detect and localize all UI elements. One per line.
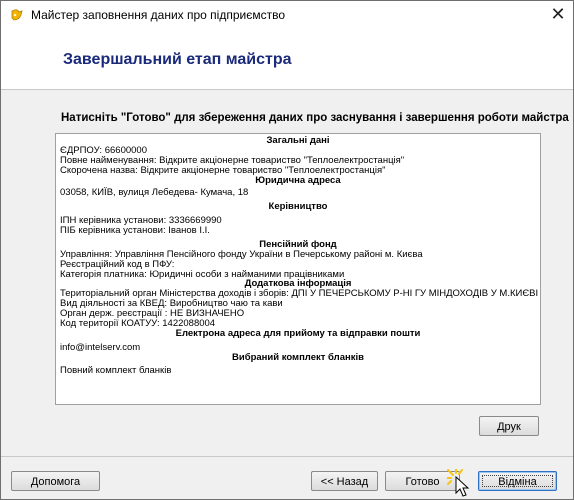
section-forms-title: Вибраний комплект бланків bbox=[232, 352, 364, 363]
print-button[interactable]: Друк bbox=[479, 416, 539, 436]
help-button[interactable]: Допомога bbox=[11, 471, 100, 491]
cancel-button[interactable]: Відміна bbox=[478, 471, 557, 491]
email-text: info@intelserv.com bbox=[60, 342, 141, 353]
instruction-text: Натисніть "Готово" для збереження даних … bbox=[61, 112, 569, 124]
page-title: Завершальний етап майстра bbox=[63, 51, 292, 68]
back-button[interactable]: << Назад bbox=[311, 471, 378, 491]
title-bar: Майстер заповнення даних про підприємств… bbox=[1, 1, 573, 29]
address-text: 03058, КИЇВ, вулиця Лебедева- Кумача, 18 bbox=[60, 187, 249, 198]
section-email-title: Електрона адреса для прийому та відправк… bbox=[175, 328, 421, 339]
section-management-title: Керівництво bbox=[268, 201, 328, 212]
mouse-cursor-icon bbox=[446, 468, 473, 500]
footer-divider bbox=[1, 456, 573, 457]
summary-panel: Загальні дані ЄДРПОУ: 66600000 Повне най… bbox=[55, 133, 541, 405]
wizard-icon bbox=[10, 8, 24, 22]
close-icon[interactable]: ✕ bbox=[545, 2, 571, 26]
focus-rect bbox=[482, 475, 553, 487]
section-legal-address-title: Юридична адреса bbox=[255, 175, 341, 186]
wizard-content: Натисніть "Готово" для збереження даних … bbox=[1, 90, 573, 456]
wizard-window: Майстер заповнення даних про підприємств… bbox=[0, 0, 574, 500]
head-name-text: ПІБ керівника установи: Іванов І.І. bbox=[60, 225, 210, 236]
window-title: Майстер заповнення даних про підприємств… bbox=[31, 8, 286, 22]
wizard-header: Завершальний етап майстра bbox=[1, 29, 573, 90]
forms-value-text: Повний комплект бланків bbox=[60, 365, 172, 376]
